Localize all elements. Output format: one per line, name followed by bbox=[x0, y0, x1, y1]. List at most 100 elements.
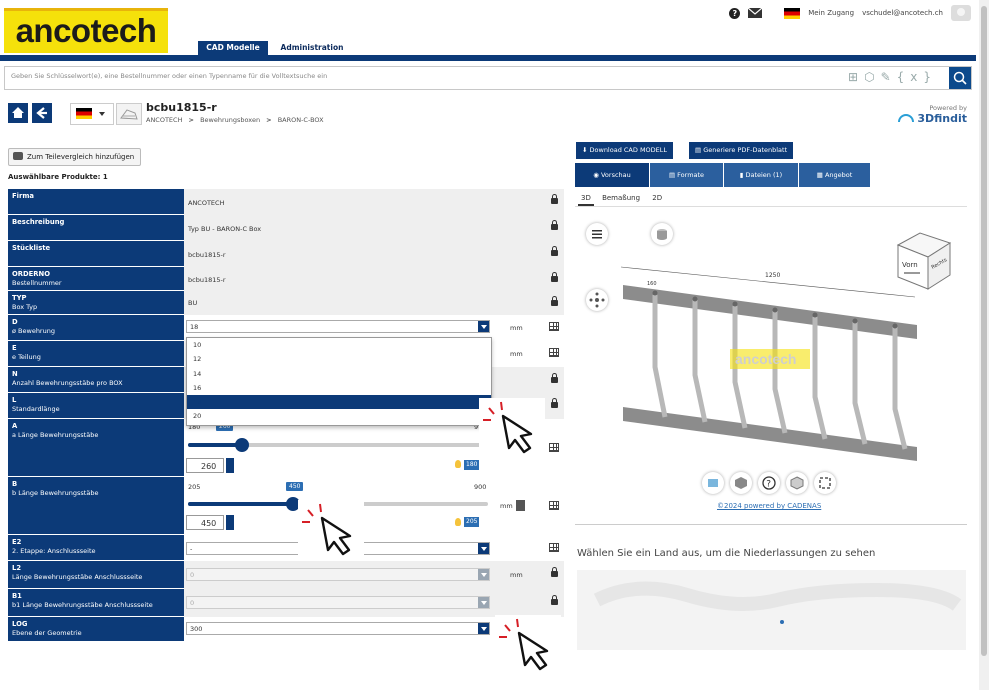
row-b: Bb Länge Bewehrungsstäbe 205 450 900 450… bbox=[8, 477, 566, 536]
log-select-value: 300 bbox=[190, 625, 203, 633]
generate-pdf-button[interactable]: ▤ Generiere PDF-Datenblatt bbox=[689, 142, 794, 159]
tab-administration[interactable]: Administration bbox=[276, 41, 348, 55]
lock-icon bbox=[551, 272, 558, 282]
breadcrumb-item[interactable]: Bewehrungsboxen bbox=[200, 116, 260, 124]
length-b-stepper[interactable] bbox=[226, 515, 234, 530]
fit-view-icon[interactable] bbox=[814, 472, 836, 494]
row-label: ORDERNO Bestellnummer bbox=[8, 267, 184, 291]
language-select[interactable] bbox=[70, 103, 114, 125]
row-firma: Firma ANCOTECH bbox=[8, 189, 566, 216]
breadcrumb-item[interactable]: BARON-C-BOX bbox=[278, 116, 324, 124]
tab-dateien[interactable]: ▮ Dateien (1) bbox=[724, 163, 798, 187]
slider-value-tag: 450 bbox=[286, 482, 304, 491]
click-cursor-icon bbox=[495, 615, 561, 675]
scrollbar-thumb[interactable] bbox=[981, 6, 987, 656]
cylinder-icon[interactable] bbox=[651, 223, 673, 245]
dropdown-option[interactable]: 10 bbox=[187, 338, 491, 352]
german-flag-icon[interactable] bbox=[784, 7, 801, 19]
row-label: B1 b1 Länge Bewehrungsstäbe Anschlussseit… bbox=[8, 589, 184, 617]
mail-icon[interactable] bbox=[748, 8, 763, 18]
b1-select-value: 0 bbox=[190, 599, 195, 607]
eye-icon: ◉ bbox=[593, 171, 601, 179]
dropdown-option[interactable]: 14 bbox=[187, 367, 491, 381]
home-button[interactable] bbox=[8, 103, 28, 123]
l2-select-value: 0 bbox=[190, 571, 195, 579]
row-label: Aa Länge Bewehrungsstäbe bbox=[8, 419, 184, 477]
log-select[interactable]: 300 bbox=[186, 622, 490, 635]
length-b-input[interactable]: 450 bbox=[186, 515, 224, 530]
search-input[interactable]: Geben Sie Schlüsselwort(e), eine Bestell… bbox=[11, 72, 327, 80]
table-icon[interactable] bbox=[549, 443, 559, 452]
svg-text:?: ? bbox=[766, 480, 771, 490]
length-a-input[interactable]: 260 bbox=[186, 458, 224, 473]
diameter-select[interactable]: 18 bbox=[186, 320, 490, 333]
diameter-select-value: 18 bbox=[190, 323, 199, 331]
length-a-stepper[interactable] bbox=[226, 458, 234, 473]
orderno-value: bcbu1815-r bbox=[188, 276, 226, 284]
slider-handle[interactable] bbox=[235, 438, 249, 452]
lock-icon bbox=[551, 567, 558, 577]
solid-cube-icon[interactable] bbox=[730, 472, 752, 494]
chevron-down-icon bbox=[478, 569, 489, 580]
lightbulb-icon[interactable] bbox=[455, 460, 461, 468]
wireframe-cube-icon[interactable] bbox=[786, 472, 808, 494]
table-icon[interactable] bbox=[549, 348, 559, 357]
product-thumbnail[interactable] bbox=[116, 103, 142, 125]
question-icon[interactable]: ? bbox=[729, 7, 741, 19]
lock-icon bbox=[551, 246, 558, 256]
add-to-compare-button[interactable]: Zum Teilevergleich hinzufügen bbox=[8, 148, 142, 166]
download-cad-button[interactable]: ⬇ Download CAD MODELL bbox=[576, 142, 674, 159]
row-beschreibung: Beschreibung Typ BU - BARON-C Box bbox=[8, 215, 566, 242]
row-e2: E2 2. Etappe: Anschlussseite - bbox=[8, 535, 566, 562]
tab-bemassung[interactable]: Bemaßung bbox=[602, 194, 640, 202]
list-icon[interactable] bbox=[586, 223, 608, 245]
cadenas-copyright-link[interactable]: ©2024 powered by CADENAS bbox=[717, 502, 821, 510]
3d-viewer[interactable]: Vorn Rechts 1250 160 ancotech ? bbox=[575, 206, 967, 525]
search-button[interactable] bbox=[949, 67, 971, 89]
row-typ: TYP Box Typ BU bbox=[8, 291, 566, 316]
tab-vorschau[interactable]: ◉ Vorschau bbox=[575, 163, 649, 187]
table-icon[interactable] bbox=[549, 501, 559, 510]
search-bar: Geben Sie Schlüsselwort(e), eine Bestell… bbox=[4, 66, 972, 90]
dropdown-option-selected[interactable]: 18 bbox=[187, 395, 491, 410]
row-label: Ee Teilung bbox=[8, 341, 184, 367]
dimension-label: 1250 bbox=[765, 272, 780, 279]
explode-icon[interactable] bbox=[586, 289, 608, 311]
offer-icon: ▦ bbox=[816, 171, 825, 179]
dropdown-option[interactable]: 12 bbox=[187, 352, 491, 366]
world-map[interactable] bbox=[577, 570, 966, 650]
product-title: bcbu1815-r bbox=[146, 101, 217, 114]
typ-value: BU bbox=[188, 299, 198, 307]
formats-icon: ▤ bbox=[668, 171, 678, 179]
lock-icon bbox=[551, 595, 558, 605]
avatar[interactable] bbox=[951, 5, 971, 21]
min-badge: 180 bbox=[464, 460, 480, 470]
tab-formate[interactable]: ▤ Formate bbox=[650, 163, 723, 187]
dropdown-option[interactable]: 20 bbox=[187, 409, 491, 423]
render-mode-icon[interactable] bbox=[702, 472, 724, 494]
3dfindit-logo[interactable]: 3Dfindit bbox=[898, 112, 967, 125]
search-tool-icons[interactable]: ⊞⬡✎{x} bbox=[848, 70, 937, 84]
chevron-down-icon bbox=[99, 112, 105, 116]
back-button[interactable] bbox=[32, 103, 52, 123]
tab-cad-modelle[interactable]: CAD Modelle bbox=[198, 41, 268, 55]
account-link[interactable]: Mein Zugang bbox=[808, 9, 854, 17]
row-label: Bb Länge Bewehrungsstäbe bbox=[8, 477, 184, 535]
calculator-icon[interactable] bbox=[516, 500, 525, 511]
slider-min: 205 bbox=[188, 483, 201, 491]
lock-icon bbox=[551, 220, 558, 230]
table-icon[interactable] bbox=[549, 322, 559, 331]
tab-angebot[interactable]: ▦ Angebot bbox=[799, 163, 870, 187]
lightbulb-icon[interactable] bbox=[455, 518, 461, 526]
tab-3d[interactable]: 3D bbox=[578, 194, 594, 206]
help-icon[interactable]: ? bbox=[758, 472, 780, 494]
breadcrumb-item[interactable]: ANCOTECH bbox=[146, 116, 182, 124]
compare-icon bbox=[13, 152, 23, 160]
table-icon[interactable] bbox=[549, 543, 559, 552]
slider-fill bbox=[188, 502, 293, 506]
tab-2d[interactable]: 2D bbox=[652, 194, 662, 202]
row-value: ANCOTECH bbox=[184, 189, 564, 216]
dropdown-option[interactable]: 16 bbox=[187, 381, 491, 395]
row-label: E2 2. Etappe: Anschlussseite bbox=[8, 535, 184, 561]
download-icon: ⬇ bbox=[582, 146, 590, 154]
